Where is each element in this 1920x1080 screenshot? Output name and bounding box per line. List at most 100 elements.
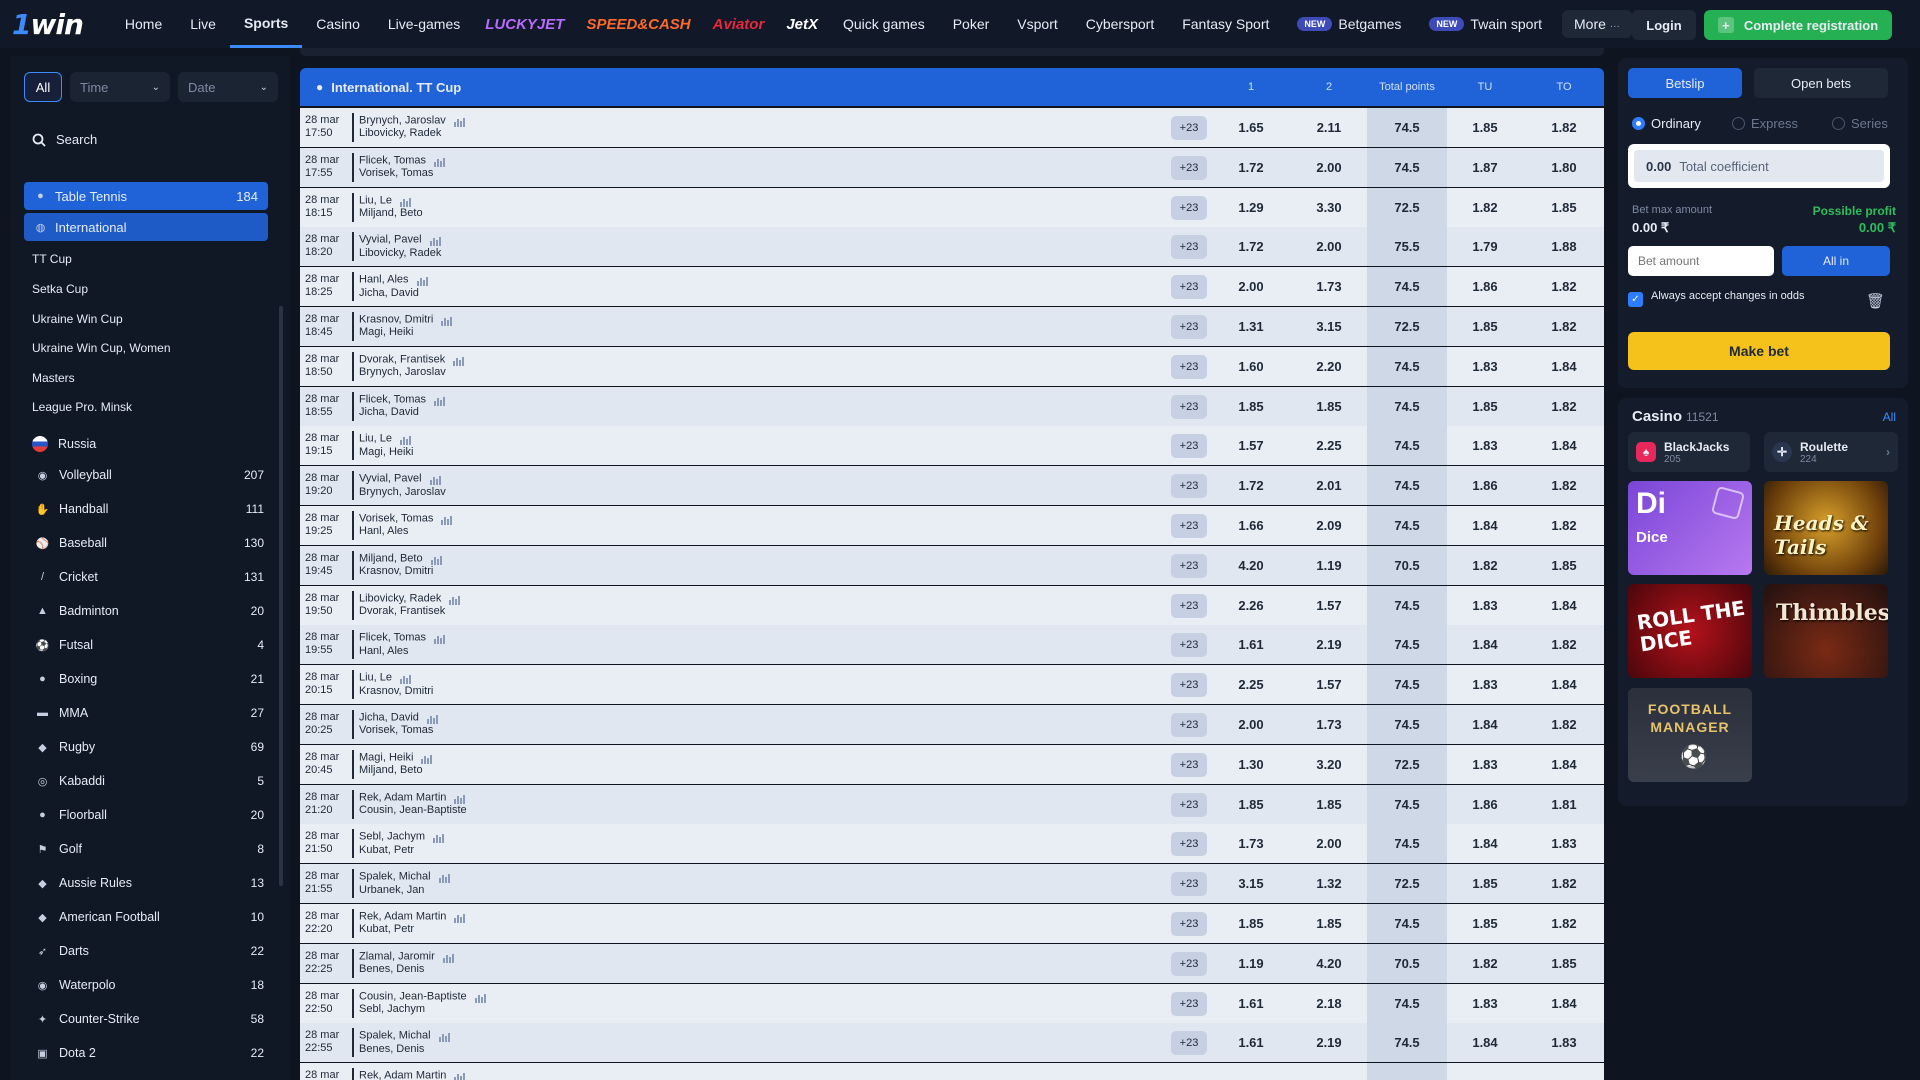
odd-total-over[interactable]: 1.85 [1551, 558, 1576, 573]
more-markets-button[interactable]: +23 [1171, 1031, 1207, 1056]
odd-1[interactable]: 1.85 [1238, 797, 1263, 812]
odd-1[interactable]: 1.31 [1238, 319, 1263, 334]
casino-all-link[interactable]: All [1883, 410, 1896, 424]
event-teams[interactable]: Zlamal, Jaromir Benes, Denis [359, 950, 455, 976]
table-row[interactable]: 28 mar 19:25 Vorisek, Tomas Hanl, Ales +23 1.… [300, 506, 1604, 545]
stats-icon[interactable] [434, 154, 446, 167]
odd-2[interactable]: 1.19 [1316, 558, 1341, 573]
odd-1[interactable]: 1.57 [1238, 438, 1263, 453]
event-teams[interactable]: Rek, Adam Martin Cousin, Jean-Baptiste [359, 791, 467, 817]
odd-total-under[interactable]: 1.83 [1472, 677, 1497, 692]
odd-total-under[interactable]: 1.86 [1472, 478, 1497, 493]
sidebar-item-dota-2[interactable]: ▣ Dota 2 22 [36, 1046, 264, 1060]
odd-total-over[interactable]: 1.84 [1551, 359, 1576, 374]
odd-1[interactable]: 2.00 [1238, 717, 1263, 732]
sidebar-item-russia[interactable]: Russia [32, 436, 260, 452]
event-teams[interactable]: Vyvial, Pavel Brynych, Jaroslav [359, 472, 446, 498]
nav-fantasy-sport[interactable]: Fantasy Sport [1168, 0, 1283, 48]
more-markets-button[interactable]: +23 [1171, 872, 1207, 897]
event-teams[interactable]: Magi, Heiki Miljand, Beto [359, 751, 433, 777]
odd-2[interactable]: 1.57 [1316, 598, 1341, 613]
table-row[interactable]: 28 mar 18:55 Flicek, Tomas Jicha, David +23 1… [300, 386, 1604, 426]
more-markets-button[interactable]: +23 [1171, 673, 1207, 698]
more-markets-button[interactable]: +23 [1171, 394, 1207, 419]
more-markets-button[interactable]: +23 [1171, 752, 1207, 777]
nav-quick-games[interactable]: Quick games [829, 0, 939, 48]
odd-total-under[interactable]: 1.85 [1472, 916, 1497, 931]
more-markets-button[interactable]: +23 [1171, 434, 1207, 459]
odd-total-under[interactable]: 1.83 [1472, 757, 1497, 772]
odd-total-under[interactable]: 1.83 [1472, 359, 1497, 374]
event-teams[interactable]: Spalek, Michal Benes, Denis [359, 1029, 451, 1055]
odd-total-over[interactable]: 1.84 [1551, 677, 1576, 692]
stats-icon[interactable] [449, 592, 461, 605]
stats-icon[interactable] [430, 552, 443, 565]
odd-1[interactable]: 2.26 [1238, 598, 1263, 613]
all-in-button[interactable]: All in [1782, 246, 1890, 276]
more-markets-button[interactable]: +23 [1171, 354, 1207, 379]
game-tile-thimbles[interactable]: Thimbles [1764, 584, 1888, 678]
table-row[interactable]: 28 mar 19:50 Libovicky, Radek Dvorak, Frant… [300, 585, 1604, 625]
odd-total-under[interactable]: 1.86 [1472, 797, 1497, 812]
event-teams[interactable]: Flicek, Tomas Jicha, David [359, 393, 446, 419]
sidebar-item-baseball[interactable]: ⚾ Baseball 130 [36, 536, 264, 550]
odd-1[interactable]: 1.66 [1238, 518, 1263, 533]
odd-2[interactable]: 2.00 [1316, 160, 1341, 175]
sidebar-item-counter-strike[interactable]: ✦ Counter-Strike 58 [36, 1012, 264, 1026]
odd-total-over[interactable]: 1.88 [1551, 239, 1576, 254]
odd-total-over[interactable]: 1.82 [1551, 319, 1576, 334]
nav-live-games[interactable]: Live-games [374, 0, 474, 48]
odd-1[interactable]: 1.72 [1238, 160, 1263, 175]
sidebar-item-mma[interactable]: ▬ MMA 27 [36, 706, 264, 720]
odd-total-over[interactable]: 1.82 [1551, 876, 1576, 891]
sidebar-item-table-tennis[interactable]: ● Table Tennis 184 [24, 182, 268, 210]
sidebar-scrollbar[interactable] [279, 306, 283, 886]
sidebar-item-kabaddi[interactable]: ◎ Kabaddi 5 [36, 774, 264, 788]
odd-2[interactable]: 1.73 [1316, 279, 1341, 294]
nav-vsport[interactable]: Vsport [1003, 0, 1071, 48]
stats-icon[interactable] [434, 631, 446, 645]
game-tile-dice[interactable]: Di Dice [1628, 481, 1752, 575]
odd-total-over[interactable]: 1.83 [1551, 836, 1576, 851]
table-row[interactable]: 28 mar 17:55 Flicek, Tomas Vorisek, Tomas +2… [300, 147, 1604, 187]
odd-total-over[interactable]: 1.81 [1551, 797, 1576, 812]
event-teams[interactable]: Miljand, Beto Krasnov, Dmitri [359, 552, 443, 578]
chip-blackjacks[interactable]: ♠ BlackJacks 205 [1628, 432, 1750, 472]
event-teams[interactable]: Brynych, Jaroslav Libovicky, Radek [359, 114, 466, 140]
odd-total-over[interactable]: 1.82 [1551, 637, 1576, 652]
sidebar-item-handball[interactable]: ✋ Handball 111 [36, 502, 264, 516]
event-teams[interactable]: Cousin, Jean-Baptiste Sebl, Jachym [359, 990, 487, 1016]
table-row[interactable]: 28 mar 20:25 Jicha, David Vorisek, Tomas +23… [300, 705, 1604, 744]
odd-1[interactable]: 1.72 [1238, 239, 1263, 254]
odd-1[interactable]: 3.15 [1238, 876, 1263, 891]
odd-total-over[interactable]: 1.82 [1551, 478, 1576, 493]
sidebar-item-rugby[interactable]: ◆ Rugby 69 [36, 740, 264, 754]
odd-total-under[interactable]: 1.84 [1472, 836, 1497, 851]
event-teams[interactable]: Krasnov, Dmitri Magi, Heiki [359, 313, 453, 339]
odd-total-under[interactable]: 1.85 [1472, 319, 1497, 334]
table-row[interactable]: 28 mar Rek, Adam Martin [300, 1063, 1604, 1080]
odd-2[interactable]: 1.57 [1316, 677, 1341, 692]
odd-2[interactable]: 1.85 [1316, 399, 1341, 414]
more-markets-button[interactable]: +23 [1171, 514, 1207, 538]
event-teams[interactable]: Sebl, Jachym Kubat, Petr [359, 830, 445, 856]
stats-icon[interactable] [454, 791, 466, 804]
odd-2[interactable]: 2.00 [1316, 239, 1341, 254]
odd-total-over[interactable]: 1.82 [1551, 399, 1576, 414]
more-markets-button[interactable]: +23 [1171, 474, 1207, 499]
sidebar-item-darts[interactable]: ➶ Darts 22 [36, 944, 264, 958]
stats-icon[interactable] [400, 194, 412, 207]
odd-total-under[interactable]: 1.82 [1472, 558, 1497, 573]
game-tile-heads-tails[interactable]: Heads & Tails [1764, 481, 1888, 575]
odd-total-under[interactable]: 1.83 [1472, 438, 1497, 453]
odd-total-under[interactable]: 1.87 [1472, 160, 1497, 175]
odd-2[interactable]: 2.20 [1316, 359, 1341, 374]
filter-all[interactable]: All [24, 72, 62, 102]
odd-1[interactable]: 1.29 [1238, 200, 1263, 215]
table-row[interactable]: 28 mar 21:50 Sebl, Jachym Kubat, Petr +23 1.7… [300, 824, 1604, 864]
odd-total-under[interactable]: 1.85 [1472, 120, 1497, 135]
stats-icon[interactable] [416, 273, 429, 287]
odd-total-over[interactable]: 1.85 [1551, 200, 1576, 215]
nav-betgames[interactable]: NEW Betgames [1283, 0, 1415, 48]
tournament-masters[interactable]: Masters [32, 371, 75, 385]
